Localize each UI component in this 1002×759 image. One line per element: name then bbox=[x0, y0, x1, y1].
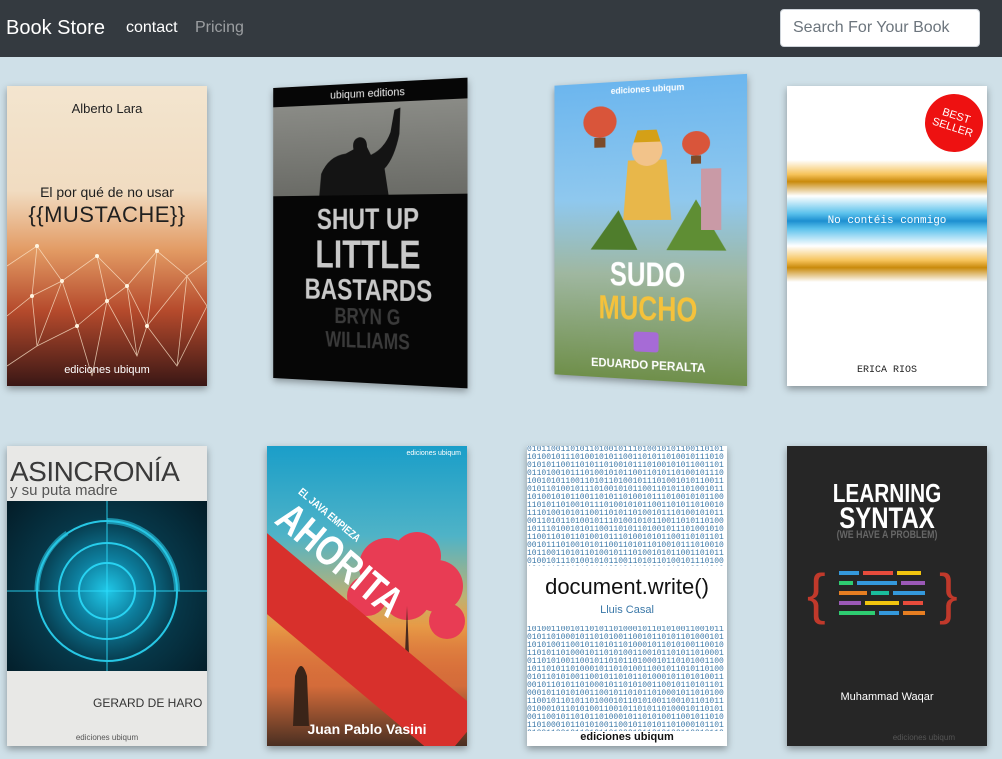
book-title: SHUT UP LITTLE BASTARDS bbox=[304, 202, 433, 309]
book-card-document-write[interactable]: 0101100110101101001011101001010110011010… bbox=[527, 446, 727, 746]
book-author: BRYN G WILLIAMS bbox=[325, 303, 410, 355]
book-card-no-conteis[interactable]: BEST SELLER No contéis conmigo ERICA RIO… bbox=[787, 86, 987, 386]
book-author: EDUARDO PERALTA bbox=[591, 355, 706, 376]
book-publisher: ediciones ubiqum bbox=[406, 450, 461, 457]
nav-link-contact[interactable]: contact bbox=[126, 19, 178, 37]
code-syntax-art: { } bbox=[807, 562, 958, 625]
game-scene-art bbox=[583, 105, 727, 251]
binary-pattern: 1010011001011010110100010110101001100101… bbox=[527, 626, 724, 732]
book-card-sudo-mucho[interactable]: ediciones ubiqum SUDO MUCHO EDUARDO PERA… bbox=[554, 73, 748, 387]
svg-text:{: { bbox=[807, 562, 826, 625]
book-title: LEARNING SYNTAX bbox=[832, 478, 942, 535]
gold-stripe bbox=[787, 160, 987, 196]
book-card-asincronia[interactable]: ASINCRONÍA y su puta madre GERARD DE HAR… bbox=[7, 446, 207, 746]
book-title: No contéis conmigo bbox=[827, 215, 947, 227]
book-card-learning-syntax[interactable]: LEARNING SYNTAX (WE HAVE A PROBLEM) { } … bbox=[787, 446, 987, 746]
book-subtitle: (WE HAVE A PROBLEM) bbox=[836, 529, 938, 541]
book-author: Lluis Casal bbox=[600, 604, 654, 616]
circuit-art bbox=[7, 501, 207, 671]
brand-link[interactable]: Book Store bbox=[6, 17, 105, 40]
book-title: El por qué de no usar bbox=[40, 184, 174, 200]
binary-pattern: 0101100110101101001011101001010110011010… bbox=[527, 446, 724, 566]
book-title-main: {{MUSTACHE}} bbox=[28, 202, 186, 227]
book-publisher: ediciones ubiqum bbox=[527, 731, 727, 743]
polygon-network-art bbox=[7, 244, 207, 377]
best-seller-badge: BEST SELLER bbox=[917, 86, 987, 160]
search-input[interactable] bbox=[780, 9, 980, 47]
chest-icon bbox=[633, 331, 659, 353]
book-card-mustache[interactable]: Alberto Lara El por qué de no usar {{MUS… bbox=[7, 86, 207, 386]
book-subtitle: y su puta madre bbox=[10, 482, 118, 499]
navbar: Book Store contact Pricing bbox=[0, 0, 1002, 57]
svg-text:}: } bbox=[939, 562, 958, 625]
book-author: Alberto Lara bbox=[71, 101, 143, 116]
gold-stripe bbox=[787, 246, 987, 282]
book-title: document.write() bbox=[545, 574, 709, 599]
speaker-silhouette-art bbox=[273, 98, 468, 197]
nav-link-pricing[interactable]: Pricing bbox=[195, 19, 244, 37]
book-author: Muhammad Waqar bbox=[840, 691, 934, 703]
book-author: GERARD DE HARO bbox=[93, 696, 203, 710]
book-author: Juan Pablo Vasini bbox=[307, 721, 427, 737]
book-publisher: ediciones ubiqum bbox=[892, 733, 955, 742]
book-publisher: ediciones ubiqum bbox=[75, 733, 139, 742]
book-title: SUDO MUCHO bbox=[598, 255, 698, 331]
book-card-shut-up[interactable]: ubiqum editions SHUT UP LITTLE BASTARDS … bbox=[273, 77, 468, 389]
book-author: ERICA RIOS bbox=[856, 365, 917, 376]
book-card-ahorita[interactable]: EL JAVA EMPIEZA AHORITA ediciones ubiqum… bbox=[267, 446, 467, 746]
book-publisher: ediciones ubiqum bbox=[64, 364, 150, 376]
